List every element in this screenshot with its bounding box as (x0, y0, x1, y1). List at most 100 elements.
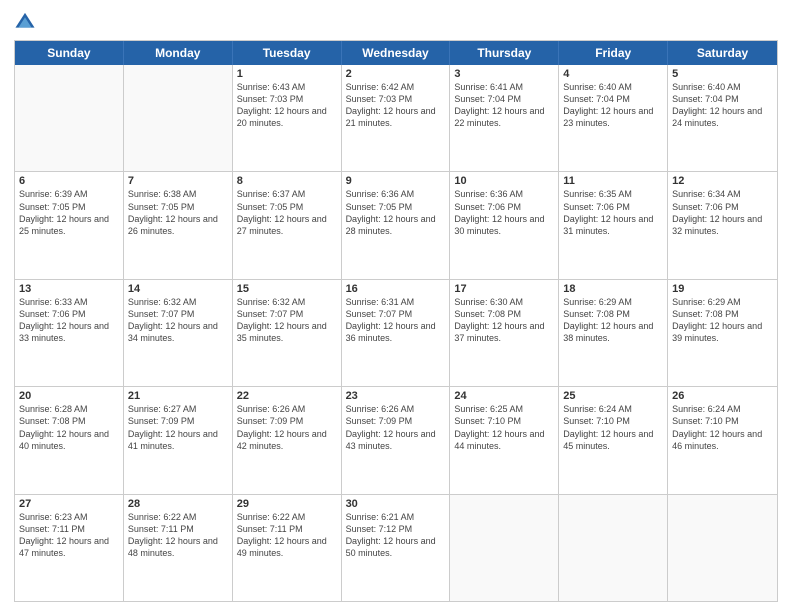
calendar-cell (450, 495, 559, 601)
calendar-cell: 8Sunrise: 6:37 AM Sunset: 7:05 PM Daylig… (233, 172, 342, 278)
day-number: 12 (672, 175, 773, 187)
calendar-cell: 16Sunrise: 6:31 AM Sunset: 7:07 PM Dayli… (342, 280, 451, 386)
calendar-cell: 30Sunrise: 6:21 AM Sunset: 7:12 PM Dayli… (342, 495, 451, 601)
day-info: Sunrise: 6:38 AM Sunset: 7:05 PM Dayligh… (128, 188, 228, 237)
day-number: 2 (346, 68, 446, 80)
calendar-cell: 24Sunrise: 6:25 AM Sunset: 7:10 PM Dayli… (450, 387, 559, 493)
header-day-tuesday: Tuesday (233, 41, 342, 65)
calendar-cell: 17Sunrise: 6:30 AM Sunset: 7:08 PM Dayli… (450, 280, 559, 386)
calendar-cell: 1Sunrise: 6:43 AM Sunset: 7:03 PM Daylig… (233, 65, 342, 171)
day-info: Sunrise: 6:29 AM Sunset: 7:08 PM Dayligh… (672, 296, 773, 345)
calendar-cell: 28Sunrise: 6:22 AM Sunset: 7:11 PM Dayli… (124, 495, 233, 601)
day-info: Sunrise: 6:26 AM Sunset: 7:09 PM Dayligh… (346, 403, 446, 452)
day-info: Sunrise: 6:23 AM Sunset: 7:11 PM Dayligh… (19, 511, 119, 560)
day-info: Sunrise: 6:32 AM Sunset: 7:07 PM Dayligh… (237, 296, 337, 345)
day-info: Sunrise: 6:28 AM Sunset: 7:08 PM Dayligh… (19, 403, 119, 452)
day-info: Sunrise: 6:31 AM Sunset: 7:07 PM Dayligh… (346, 296, 446, 345)
day-number: 13 (19, 283, 119, 295)
day-number: 26 (672, 390, 773, 402)
header-day-friday: Friday (559, 41, 668, 65)
calendar-cell: 15Sunrise: 6:32 AM Sunset: 7:07 PM Dayli… (233, 280, 342, 386)
day-number: 17 (454, 283, 554, 295)
day-info: Sunrise: 6:40 AM Sunset: 7:04 PM Dayligh… (672, 81, 773, 130)
logo-icon (14, 10, 36, 32)
day-number: 3 (454, 68, 554, 80)
header-day-thursday: Thursday (450, 41, 559, 65)
calendar-cell: 14Sunrise: 6:32 AM Sunset: 7:07 PM Dayli… (124, 280, 233, 386)
calendar-cell: 18Sunrise: 6:29 AM Sunset: 7:08 PM Dayli… (559, 280, 668, 386)
calendar-cell: 22Sunrise: 6:26 AM Sunset: 7:09 PM Dayli… (233, 387, 342, 493)
calendar-header: SundayMondayTuesdayWednesdayThursdayFrid… (15, 41, 777, 65)
day-number: 23 (346, 390, 446, 402)
calendar-row-3: 20Sunrise: 6:28 AM Sunset: 7:08 PM Dayli… (15, 386, 777, 493)
day-number: 7 (128, 175, 228, 187)
logo (14, 10, 40, 32)
header-day-sunday: Sunday (15, 41, 124, 65)
day-number: 22 (237, 390, 337, 402)
day-number: 8 (237, 175, 337, 187)
calendar-row-1: 6Sunrise: 6:39 AM Sunset: 7:05 PM Daylig… (15, 171, 777, 278)
header (14, 10, 778, 32)
day-number: 11 (563, 175, 663, 187)
day-number: 29 (237, 498, 337, 510)
day-number: 4 (563, 68, 663, 80)
day-info: Sunrise: 6:41 AM Sunset: 7:04 PM Dayligh… (454, 81, 554, 130)
calendar-cell (124, 65, 233, 171)
day-info: Sunrise: 6:26 AM Sunset: 7:09 PM Dayligh… (237, 403, 337, 452)
calendar-cell: 21Sunrise: 6:27 AM Sunset: 7:09 PM Dayli… (124, 387, 233, 493)
calendar-row-2: 13Sunrise: 6:33 AM Sunset: 7:06 PM Dayli… (15, 279, 777, 386)
day-number: 27 (19, 498, 119, 510)
calendar-cell (668, 495, 777, 601)
header-day-wednesday: Wednesday (342, 41, 451, 65)
day-number: 14 (128, 283, 228, 295)
calendar-cell: 20Sunrise: 6:28 AM Sunset: 7:08 PM Dayli… (15, 387, 124, 493)
header-day-saturday: Saturday (668, 41, 777, 65)
day-number: 1 (237, 68, 337, 80)
day-number: 6 (19, 175, 119, 187)
calendar-cell: 25Sunrise: 6:24 AM Sunset: 7:10 PM Dayli… (559, 387, 668, 493)
day-number: 30 (346, 498, 446, 510)
day-number: 25 (563, 390, 663, 402)
day-number: 9 (346, 175, 446, 187)
calendar-row-0: 1Sunrise: 6:43 AM Sunset: 7:03 PM Daylig… (15, 65, 777, 171)
day-number: 20 (19, 390, 119, 402)
day-number: 5 (672, 68, 773, 80)
day-info: Sunrise: 6:33 AM Sunset: 7:06 PM Dayligh… (19, 296, 119, 345)
day-info: Sunrise: 6:21 AM Sunset: 7:12 PM Dayligh… (346, 511, 446, 560)
header-day-monday: Monday (124, 41, 233, 65)
calendar-cell: 5Sunrise: 6:40 AM Sunset: 7:04 PM Daylig… (668, 65, 777, 171)
calendar: SundayMondayTuesdayWednesdayThursdayFrid… (14, 40, 778, 602)
calendar-cell: 19Sunrise: 6:29 AM Sunset: 7:08 PM Dayli… (668, 280, 777, 386)
calendar-cell: 3Sunrise: 6:41 AM Sunset: 7:04 PM Daylig… (450, 65, 559, 171)
calendar-cell: 9Sunrise: 6:36 AM Sunset: 7:05 PM Daylig… (342, 172, 451, 278)
calendar-cell: 10Sunrise: 6:36 AM Sunset: 7:06 PM Dayli… (450, 172, 559, 278)
day-number: 16 (346, 283, 446, 295)
calendar-cell: 6Sunrise: 6:39 AM Sunset: 7:05 PM Daylig… (15, 172, 124, 278)
calendar-cell: 26Sunrise: 6:24 AM Sunset: 7:10 PM Dayli… (668, 387, 777, 493)
day-info: Sunrise: 6:39 AM Sunset: 7:05 PM Dayligh… (19, 188, 119, 237)
calendar-row-4: 27Sunrise: 6:23 AM Sunset: 7:11 PM Dayli… (15, 494, 777, 601)
day-number: 21 (128, 390, 228, 402)
day-info: Sunrise: 6:30 AM Sunset: 7:08 PM Dayligh… (454, 296, 554, 345)
calendar-body: 1Sunrise: 6:43 AM Sunset: 7:03 PM Daylig… (15, 65, 777, 601)
calendar-cell: 12Sunrise: 6:34 AM Sunset: 7:06 PM Dayli… (668, 172, 777, 278)
calendar-cell: 29Sunrise: 6:22 AM Sunset: 7:11 PM Dayli… (233, 495, 342, 601)
calendar-cell: 7Sunrise: 6:38 AM Sunset: 7:05 PM Daylig… (124, 172, 233, 278)
calendar-cell: 13Sunrise: 6:33 AM Sunset: 7:06 PM Dayli… (15, 280, 124, 386)
day-number: 19 (672, 283, 773, 295)
day-info: Sunrise: 6:24 AM Sunset: 7:10 PM Dayligh… (563, 403, 663, 452)
calendar-cell: 27Sunrise: 6:23 AM Sunset: 7:11 PM Dayli… (15, 495, 124, 601)
day-info: Sunrise: 6:36 AM Sunset: 7:06 PM Dayligh… (454, 188, 554, 237)
calendar-cell (15, 65, 124, 171)
day-info: Sunrise: 6:36 AM Sunset: 7:05 PM Dayligh… (346, 188, 446, 237)
day-info: Sunrise: 6:40 AM Sunset: 7:04 PM Dayligh… (563, 81, 663, 130)
day-info: Sunrise: 6:37 AM Sunset: 7:05 PM Dayligh… (237, 188, 337, 237)
day-info: Sunrise: 6:22 AM Sunset: 7:11 PM Dayligh… (128, 511, 228, 560)
day-number: 10 (454, 175, 554, 187)
calendar-cell: 4Sunrise: 6:40 AM Sunset: 7:04 PM Daylig… (559, 65, 668, 171)
calendar-cell (559, 495, 668, 601)
day-number: 18 (563, 283, 663, 295)
day-number: 24 (454, 390, 554, 402)
day-info: Sunrise: 6:42 AM Sunset: 7:03 PM Dayligh… (346, 81, 446, 130)
day-info: Sunrise: 6:32 AM Sunset: 7:07 PM Dayligh… (128, 296, 228, 345)
